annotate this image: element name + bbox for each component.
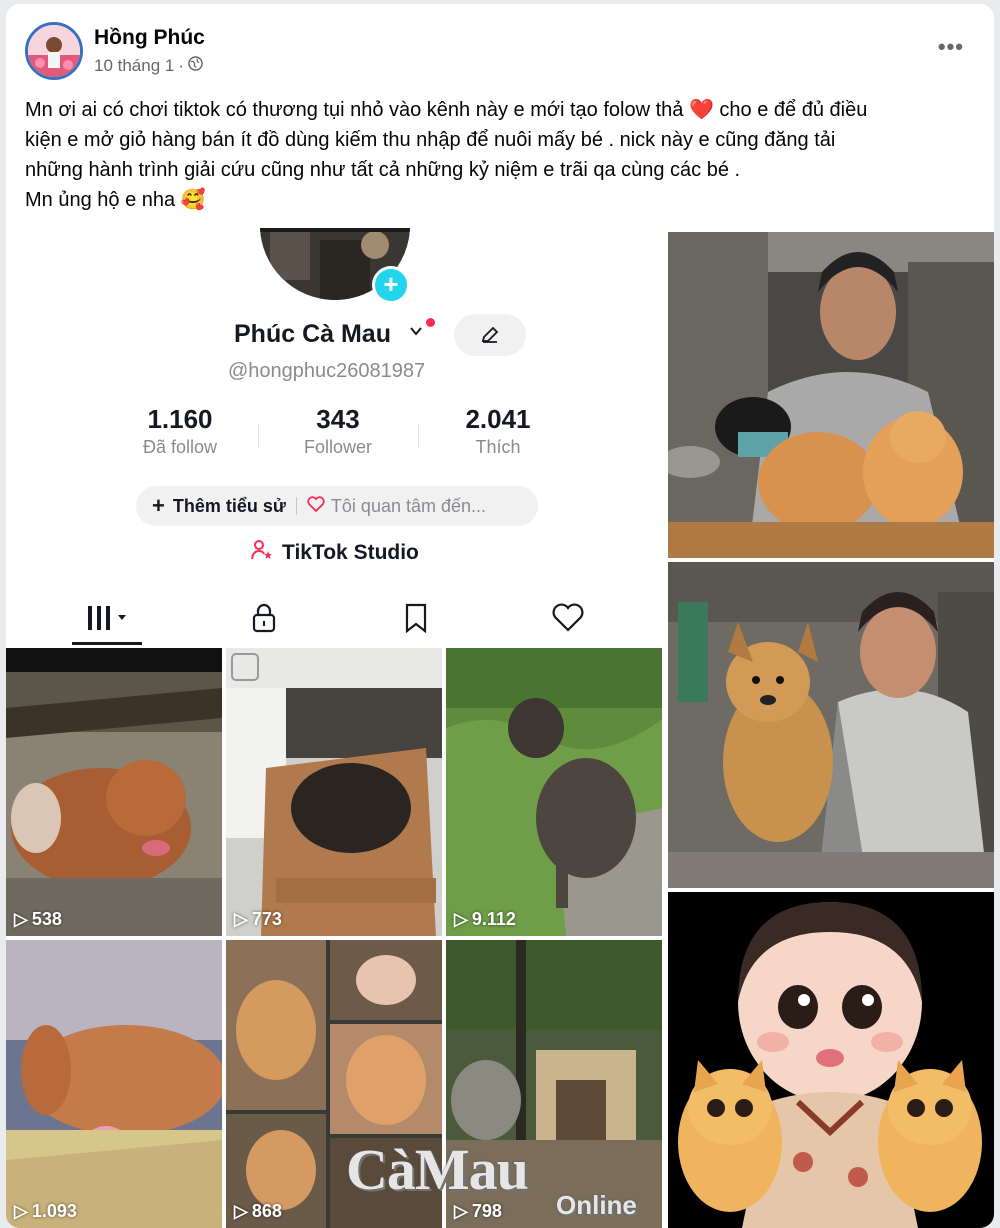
divider [295,497,297,515]
active-tab-indicator [72,642,142,645]
plus-icon: + [152,493,165,518]
play-icon: ▷ [14,1201,28,1221]
profile-tabs [6,590,664,646]
view-count: ▷ 9.112 [454,909,516,930]
tiktok-display-name: Phúc Cà Mau [234,320,391,348]
chevron-down-icon[interactable] [408,322,424,345]
stat-label: Đã follow [142,437,218,457]
stat-label: Thích [475,437,521,457]
divider [418,424,419,448]
bio-bar[interactable]: + Thêm tiểu sử Tôi quan tâm đến... [136,486,538,526]
facebook-post: Hồng Phúc 10 tháng 1 · ••• Mn ơi ai có c… [6,4,994,1228]
view-count-value: 1.093 [31,1201,77,1221]
watermark-sub: Online [556,1190,637,1220]
play-icon: ▷ [14,909,28,929]
tab-liked[interactable] [538,598,598,638]
stat-label: Follower [303,437,373,457]
post-caption: Mn ơi ai có chơi tiktok có thương tụi nh… [25,95,980,215]
add-photo-button[interactable]: + [372,266,410,304]
tab-private[interactable] [234,598,294,638]
caption-line: Mn ơi ai có chơi tiktok có thương tụi nh… [25,99,868,121]
studio-label: TikTok Studio [282,541,419,564]
video-thumbnail[interactable]: ▷ 9.112 [446,648,662,936]
stat-following[interactable]: 1.160 Đã follow [110,404,250,458]
watermark-main: CàMau [346,1137,529,1202]
notification-dot [426,318,435,327]
photo-woman-with-dog[interactable] [668,562,994,888]
divider [258,424,259,448]
post-date[interactable]: 10 tháng 1 [94,56,174,76]
pencil-icon [481,326,499,343]
post-header: Hồng Phúc 10 tháng 1 · ••• [6,4,994,90]
play-icon: ▷ [234,909,248,929]
tiktok-studio-link[interactable]: TikTok Studio [250,538,419,568]
view-count: ▷ 773 [234,909,282,930]
video-thumbnail[interactable]: ▷ 1.093 [6,940,222,1228]
author-avatar[interactable] [25,22,83,80]
photo-woman-with-cats[interactable] [668,232,994,558]
camau-online-watermark: CàMau Online [346,1136,666,1220]
caption-line: kiện e mở giỏ hàng bán ít đồ dùng kiếm t… [25,129,836,151]
tiktok-handle: @hongphuc26081987 [228,360,426,382]
stat-value: 343 [316,404,360,434]
illustration-girl-with-kittens[interactable] [668,892,994,1228]
studio-person-icon [250,538,274,568]
edit-profile-button[interactable] [454,314,526,356]
view-count: ▷ 538 [14,909,62,930]
tab-videos[interactable] [80,598,140,638]
caption-line: Mn ủng hộ e nha 🥰 [25,189,206,211]
interest-label[interactable]: Tôi quan tâm đến... [331,496,486,517]
photo-gallery: + Phúc Cà Mau @hongphuc26081987 1.160 Đã… [6,228,994,1228]
view-count-value: 9.112 [471,909,516,929]
view-count-value: 538 [31,909,62,929]
play-icon: ▷ [234,1201,248,1221]
stat-likes[interactable]: 2.041 Thích [428,404,568,458]
video-thumbnail[interactable]: ▷ 773 [226,648,442,936]
play-icon: ▷ [454,909,468,929]
globe-icon[interactable] [188,56,203,76]
bookmark-icon [405,603,427,634]
more-options-icon[interactable]: ••• [938,34,964,60]
stat-value: 1.160 [147,404,213,434]
author-name[interactable]: Hồng Phúc [94,26,205,50]
tab-saved[interactable] [386,598,446,638]
caption-line: những hành trình giải cứu cũng như tất c… [25,159,741,181]
heart-outline-icon [307,495,325,517]
stat-followers[interactable]: 343 Follower [268,404,408,458]
post-meta: 10 tháng 1 · [94,56,203,76]
video-thumbnail[interactable]: ▷ 538 [6,648,222,936]
tiktok-profile-screenshot[interactable]: + Phúc Cà Mau @hongphuc26081987 1.160 Đã… [6,228,664,1228]
view-count: ▷ 1.093 [14,1201,77,1222]
view-count-value: 868 [251,1201,282,1221]
meta-separator: · [178,56,185,75]
heart-icon [552,603,584,632]
view-count: ▷ 868 [234,1201,282,1222]
add-bio-label[interactable]: Thêm tiểu sử [173,496,286,517]
view-count-value: 773 [251,909,282,929]
lock-icon [252,603,276,633]
stat-value: 2.041 [465,404,531,434]
grid-icon [88,606,126,630]
